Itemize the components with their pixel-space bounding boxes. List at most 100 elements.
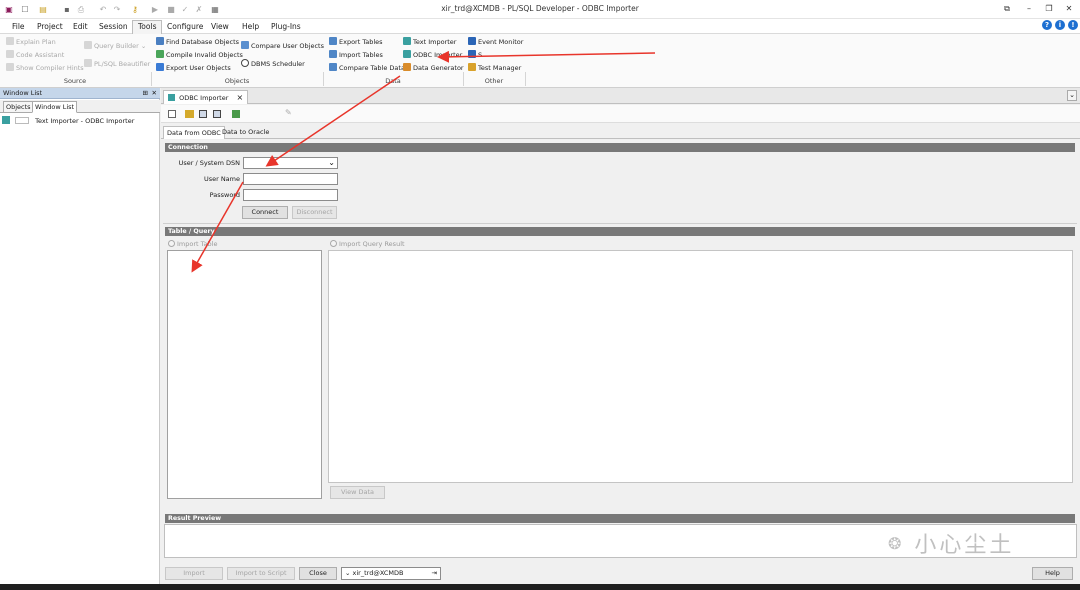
connection-section-header: Connection (165, 143, 1075, 152)
test-manager-button[interactable]: Test Manager (468, 63, 521, 73)
sessions-button[interactable]: S (468, 50, 482, 60)
text-importer-button[interactable]: Text Importer (403, 37, 456, 47)
compiler-hints-icon (6, 63, 14, 71)
text-importer-icon (403, 37, 411, 45)
tab-list-dropdown-icon[interactable]: ⌄ (1067, 90, 1077, 101)
test-manager-icon (468, 63, 476, 71)
divider (163, 223, 1077, 224)
password-field[interactable] (243, 189, 338, 201)
menu-session[interactable]: Session (99, 22, 128, 31)
help-icon[interactable]: ? (1042, 20, 1052, 30)
open-definition-icon[interactable] (185, 110, 194, 118)
find-database-objects-button[interactable]: Find Database Objects (156, 37, 239, 47)
import-to-script-button[interactable]: Import to Script (227, 567, 295, 580)
table-list[interactable] (167, 250, 322, 499)
group-label-data: Data (385, 77, 401, 85)
clock-icon (241, 59, 249, 67)
menu-tools[interactable]: Tools (132, 20, 163, 34)
connection-selector[interactable]: ⌄ xir_trd@XCMDB ⇥ (341, 567, 441, 580)
window-title: xir_trd@XCMDB - PL/SQL Developer - ODBC … (441, 4, 639, 13)
code-assistant-icon (6, 50, 14, 58)
tab-data-from-odbc[interactable]: Data from ODBC (163, 126, 225, 139)
tab-odbc-importer[interactable]: ODBC Importer × (163, 90, 249, 104)
clear-icon[interactable]: ✎ (285, 108, 292, 117)
watermark: ❂ 小心尘土 (888, 527, 1014, 559)
new-definition-icon[interactable] (168, 110, 176, 118)
importer-subtabs: Data from ODBC Data to Oracle (161, 124, 1080, 139)
connect-button[interactable]: Connect (242, 206, 288, 219)
view-data-button[interactable]: View Data (330, 486, 385, 499)
import-tables-button[interactable]: Import Tables (329, 50, 383, 60)
save-as-icon[interactable] (213, 110, 221, 118)
compile-icon (156, 50, 164, 58)
export-tables-button[interactable]: Export Tables (329, 37, 383, 47)
group-label-objects: Objects (224, 77, 250, 85)
compare-user-objects-button[interactable]: Compare User Objects (241, 41, 324, 51)
save-definition-icon[interactable] (199, 110, 207, 118)
menu-edit[interactable]: Edit (73, 22, 88, 31)
minimize-button[interactable]: – (1022, 3, 1036, 15)
menu-help[interactable]: Help (242, 22, 259, 31)
menu-bar: File Project Edit Session Tools Configur… (0, 19, 1080, 34)
chevron-down-icon: ⌄ (328, 158, 335, 167)
import-query-result-radio[interactable]: Import Query Result (330, 240, 405, 248)
radio-icon (168, 240, 175, 247)
disconnect-button[interactable]: Disconnect (292, 206, 337, 219)
importer-window-icon (2, 116, 10, 124)
menu-view[interactable]: View (211, 22, 229, 31)
panel-close-icon[interactable]: ✕ (152, 88, 157, 99)
compare-table-data-button[interactable]: Compare Table Data (329, 63, 405, 73)
export-user-objects-button[interactable]: Export User Objects (156, 63, 231, 73)
user-name-field[interactable] (243, 173, 338, 185)
connection-label: xir_trd@XCMDB (352, 569, 404, 577)
help-button[interactable]: Help (1032, 567, 1073, 580)
dbms-scheduler-button[interactable]: DBMS Scheduler (241, 59, 305, 69)
ribbon: Explain Plan Code Assistant Show Compile… (0, 34, 1080, 88)
explain-plan-button[interactable]: Explain Plan (6, 37, 56, 47)
menu-file[interactable]: File (12, 22, 25, 31)
group-label-source: Source (63, 77, 87, 85)
panel-tabs: Objects Window List (0, 100, 160, 113)
compare-table-data-icon (329, 63, 337, 71)
query-builder-button[interactable]: Query Builder ⌄ (84, 41, 146, 51)
panel-header: Window List ⊞ ✕ (0, 88, 160, 99)
close-importer-button[interactable]: Close (299, 567, 337, 580)
query-editor[interactable] (328, 250, 1073, 483)
about-icon[interactable]: ! (1068, 20, 1078, 30)
menu-plugins[interactable]: Plug-Ins (271, 22, 301, 31)
close-button[interactable]: ✕ (1062, 3, 1076, 15)
tab-objects[interactable]: Objects (3, 101, 34, 113)
compile-invalid-objects-button[interactable]: Compile Invalid Objects (156, 50, 243, 60)
window-preview-icon (15, 117, 30, 124)
taskbar-strip (0, 584, 1080, 590)
tab-close-icon[interactable]: × (236, 93, 243, 102)
event-monitor-button[interactable]: Event Monitor (468, 37, 523, 47)
show-compiler-hints-button[interactable]: Show Compiler Hints (6, 63, 84, 73)
find-objects-icon (156, 37, 164, 45)
data-generator-button[interactable]: Data Generator (403, 63, 464, 73)
import-table-label: Import Table (177, 240, 218, 248)
beautifier-button[interactable]: PL/SQL Beautifier (84, 59, 150, 69)
info-icon[interactable]: i (1055, 20, 1065, 30)
pin-icon[interactable]: ⊞ (143, 88, 148, 99)
dsn-select[interactable]: ⌄ (243, 157, 338, 169)
tab-data-to-oracle[interactable]: Data to Oracle (219, 126, 272, 139)
importer-toolbar: ✎ (161, 105, 1080, 123)
maximize-button[interactable]: ❐ (1042, 3, 1056, 15)
odbc-importer-button[interactable]: ODBC Importer (403, 50, 462, 60)
compare-objects-icon (241, 41, 249, 49)
list-item-label: Text Importer - ODBC Importer (35, 117, 135, 125)
tab-window-list[interactable]: Window List (32, 101, 78, 113)
result-preview-section-header: Result Preview (165, 514, 1075, 523)
import-table-radio[interactable]: Import Table (168, 240, 217, 248)
restore-mini-icon[interactable]: ⧉ (1000, 3, 1014, 15)
list-item[interactable]: Text Importer - ODBC Importer (2, 116, 134, 125)
table-query-section-header: Table / Query (165, 227, 1075, 236)
group-label-other: Other (484, 77, 504, 85)
menu-project[interactable]: Project (37, 22, 63, 31)
importer-settings-icon[interactable] (232, 110, 240, 118)
code-assistant-button[interactable]: Code Assistant (6, 50, 64, 60)
import-button[interactable]: Import (165, 567, 223, 580)
menu-configure[interactable]: Configure (167, 22, 203, 31)
watermark-text: 小心尘土 (914, 533, 1015, 558)
